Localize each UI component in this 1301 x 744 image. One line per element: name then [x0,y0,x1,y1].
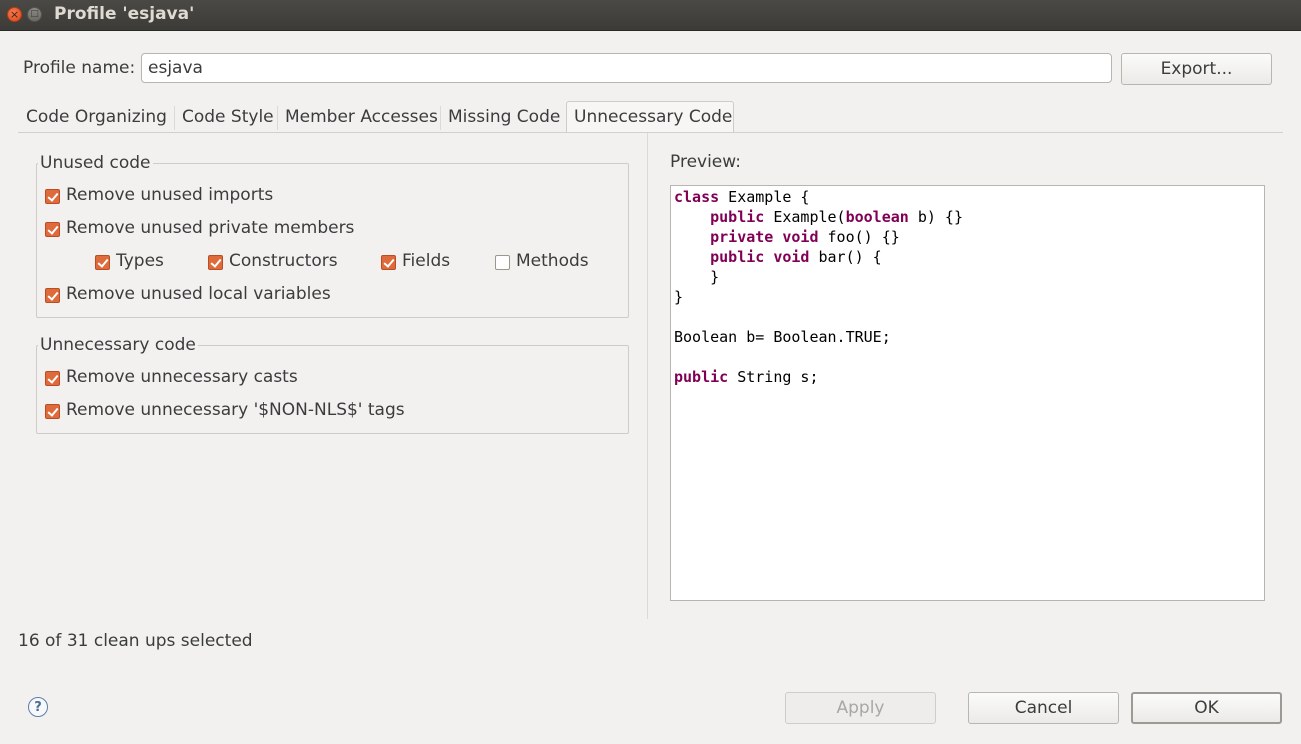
tab-label: Code Style [182,107,274,127]
code-keyword: class [674,188,720,206]
unnecessary-code-group [36,345,629,434]
code-line: public Example(boolean b) {} [674,207,1261,227]
remove-unused-local-variables-label[interactable]: Remove unused local variables [66,284,331,304]
types-label[interactable]: Types [116,251,164,271]
unnecessary-code-title: Unnecessary code [38,335,198,355]
types-checkbox[interactable] [95,255,110,270]
remove-unused-imports-label[interactable]: Remove unused imports [66,185,273,205]
remove-unnecessary-casts-checkbox[interactable] [45,371,60,386]
status-text: 16 of 31 clean ups selected [18,631,253,651]
cancel-button[interactable]: Cancel [968,692,1119,724]
constructors-checkbox[interactable] [208,255,223,270]
maximize-window-icon[interactable]: □ [27,7,42,22]
remove-unused-private-members-checkbox[interactable] [45,222,60,237]
code-text: } [674,288,684,306]
code-text: bar() { [809,248,882,266]
methods-label[interactable]: Methods [516,251,589,271]
code-keyword: public [710,208,765,226]
pane-separator [647,133,648,619]
code-text: Example( [764,208,846,226]
fields-label[interactable]: Fields [402,251,450,271]
tab-label: Unnecessary Code [574,107,733,127]
preview-label: Preview: [670,152,741,172]
code-keyword: private [710,228,774,246]
code-text: Boolean b= Boolean.TRUE; [674,328,891,346]
code-keyword: public [674,368,729,386]
methods-checkbox[interactable] [495,255,510,270]
remove-unused-imports-checkbox[interactable] [45,189,60,204]
remove-unused-local-variables-checkbox[interactable] [45,288,60,303]
code-text: Example { [719,188,810,206]
apply-button[interactable]: Apply [785,692,936,724]
close-window-icon[interactable]: × [7,7,22,22]
remove-unnecessary-nls-tags-checkbox[interactable] [45,404,60,419]
tab-label: Code Organizing [26,107,167,127]
tab-missing-code[interactable]: Missing Code [441,102,566,133]
code-keyword: void [782,228,819,246]
code-keyword: void [773,248,810,266]
code-line: class Example { [674,187,1261,207]
export-button[interactable]: Export... [1121,53,1272,85]
profile-name-label: Profile name: [23,58,136,78]
fields-checkbox[interactable] [381,255,396,270]
code-line: } [674,267,1261,287]
code-line: } [674,287,1261,307]
code-keyword: public [710,248,765,266]
code-text: String s; [728,368,819,386]
help-icon[interactable]: ? [28,697,48,717]
unused-code-title: Unused code [38,153,153,173]
constructors-label[interactable]: Constructors [229,251,338,271]
code-text: b) {} [908,208,963,226]
title-bar: × □ Profile 'esjava' [0,0,1301,31]
remove-unused-private-members-label[interactable]: Remove unused private members [66,218,354,238]
remove-unnecessary-casts-label[interactable]: Remove unnecessary casts [66,367,298,387]
preview-code-area: class Example { public Example(boolean b… [670,185,1265,601]
tab-code-organizing[interactable]: Code Organizing [18,102,175,133]
tab-label: Missing Code [448,107,561,127]
tab-member-accesses[interactable]: Member Accesses [278,102,441,133]
code-line: public void bar() { [674,247,1261,267]
code-text: } [674,268,720,286]
code-line: private void foo() {} [674,227,1261,247]
window-title: Profile 'esjava' [54,4,195,24]
tab-unnecessary-code[interactable]: Unnecessary Code [566,101,734,133]
code-line: Boolean b= Boolean.TRUE; [674,327,1261,347]
tab-divider [18,132,1283,133]
profile-name-input[interactable]: esjava [141,53,1112,83]
code-line: public String s; [674,367,1261,387]
tab-code-style[interactable]: Code Style [175,102,278,133]
code-text: foo() {} [818,228,900,246]
remove-unnecessary-nls-tags-label[interactable]: Remove unnecessary '$NON-NLS$' tags [66,400,405,420]
ok-button[interactable]: OK [1131,692,1282,724]
code-keyword: boolean [845,208,909,226]
tab-label: Member Accesses [285,107,438,127]
